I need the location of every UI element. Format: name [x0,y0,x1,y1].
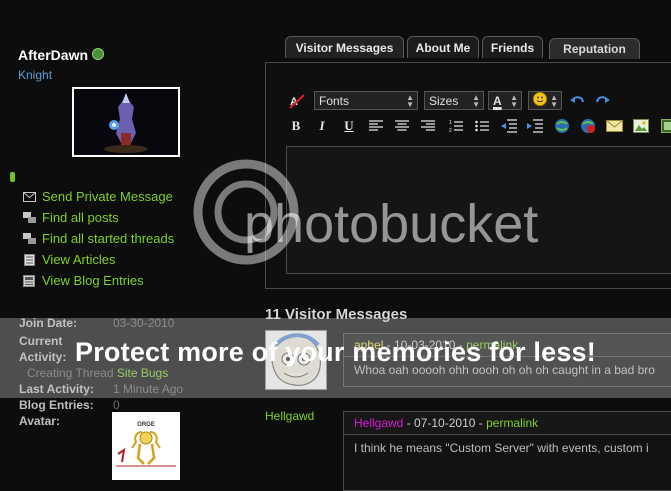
smiley-icon [533,92,547,109]
action-send-private-message[interactable]: Send Private Message [22,186,174,207]
svg-text:1: 1 [449,120,452,126]
envelope-icon [22,191,36,203]
numbered-list-icon[interactable]: 12 [447,117,465,135]
text-color-icon: A [493,93,502,108]
font-select-value: Fonts [319,93,350,108]
remove-link-icon[interactable] [579,117,597,135]
action-label[interactable]: Send Private Message [42,189,173,204]
action-label[interactable]: View Blog Entries [42,273,144,288]
watermark-banner-text: Protect more of your memories for less! [75,337,596,367]
visitor-message: Hellgawd - 07-10-2010 - permalink I thin… [343,411,671,491]
avatar-caption: ORGE [137,422,155,428]
indent-icon[interactable] [526,117,544,135]
action-view-articles[interactable]: View Articles [22,249,174,270]
bullet-list-icon[interactable] [473,117,491,135]
blog-icon [22,274,36,287]
insert-video-icon[interactable] [658,117,671,135]
message-side-author[interactable]: Hellgawd [265,409,314,423]
message-header: Hellgawd - 07-10-2010 - permalink [344,412,671,435]
message-date: 07-10-2010 [414,416,476,430]
posts-icon [22,211,36,224]
select-arrows-icon: ▲ ▼ [550,93,558,109]
user-rank: Knight [18,68,53,82]
size-select-value: Sizes [429,93,459,108]
font-select[interactable]: Fonts ▲ ▼ [314,91,418,110]
tab-about-me[interactable]: About Me [407,36,479,58]
italic-icon[interactable]: I [313,117,331,135]
action-label[interactable]: Find all posts [42,210,119,225]
profile-picture [72,87,180,157]
size-select[interactable]: Sizes ▲ ▼ [424,91,484,110]
message-body: I think he means "Custom Server" with ev… [354,441,649,455]
undo-icon[interactable] [568,92,586,110]
tab-visitor-messages[interactable]: Visitor Messages [285,36,404,58]
select-arrows-icon: ▲ ▼ [472,93,480,109]
select-arrows-icon: ▲ ▼ [406,93,414,109]
insert-link-icon[interactable] [553,117,571,135]
online-status-icon [92,48,104,60]
outdent-icon[interactable] [500,117,518,135]
message-textarea[interactable] [286,146,671,274]
blog-entries-label: Blog Entries: [19,398,94,412]
action-label[interactable]: View Articles [42,252,115,267]
action-view-blog-entries[interactable]: View Blog Entries [22,270,174,291]
blog-entries-value: 0 [113,398,120,412]
svg-text:2: 2 [449,128,452,133]
insert-email-icon[interactable] [605,117,623,135]
action-label[interactable]: Find all started threads [42,231,174,246]
insert-image-icon[interactable] [632,117,650,135]
align-right-icon[interactable] [419,117,437,135]
action-find-all-started-threads[interactable]: Find all started threads [22,228,174,249]
avatar-label: Avatar: [19,414,60,428]
text-color-select[interactable]: A ▲ ▼ [488,91,522,110]
message-permalink[interactable]: permalink [486,416,538,430]
username: AfterDawn [18,47,89,63]
action-find-all-posts[interactable]: Find all posts [22,207,174,228]
message-author[interactable]: Hellgawd [354,416,403,430]
tab-reputation[interactable]: Reputation [549,38,640,59]
forum-avatar: ORGE [112,412,180,480]
threads-icon [22,232,36,245]
bold-icon[interactable]: B [287,117,305,135]
redo-icon[interactable] [594,92,612,110]
profile-actions: Send Private Message Find all posts Find… [22,186,174,291]
remove-format-icon[interactable]: A [288,92,306,110]
articles-icon [22,253,36,266]
underline-icon[interactable]: U [340,117,358,135]
select-arrows-icon: ▲ ▼ [510,93,518,109]
smilie-select[interactable]: ▲ ▼ [528,91,562,110]
status-indicator [10,172,15,182]
align-left-icon[interactable] [367,117,385,135]
align-center-icon[interactable] [393,117,411,135]
tab-friends[interactable]: Friends [482,36,543,58]
